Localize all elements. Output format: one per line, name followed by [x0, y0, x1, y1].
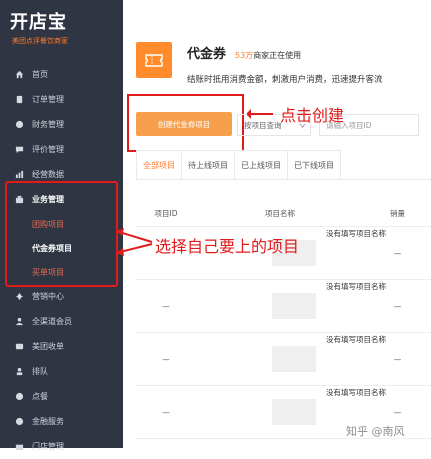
table-row[interactable]: — 没有填写项目名称 — — [136, 280, 431, 333]
app-logo: 开店宝 — [10, 12, 67, 33]
tab-divider — [136, 179, 431, 180]
sidebar-item-label: 美团收单 — [32, 342, 64, 351]
cell-id: — — [162, 354, 170, 364]
cell-name: 没有填写项目名称 — [196, 335, 386, 372]
sidebar-item-label: 经营数据 — [32, 170, 64, 179]
ticket-icon — [145, 53, 163, 67]
annotation-choose-item: 选择自己要上的项目 — [155, 237, 300, 256]
queue-icon — [15, 367, 24, 376]
page-description: 结账时抵用消费金额，刺激用户消费，迅速提升客流 — [187, 75, 383, 85]
cell-name: 没有填写项目名称 — [196, 282, 386, 319]
store-icon — [15, 442, 24, 451]
cell-name: 没有填写项目名称 — [196, 388, 386, 425]
tab-all[interactable]: 全部项目 — [136, 150, 182, 180]
sidebar-item-label: 评价管理 — [32, 145, 64, 154]
project-tabs: 全部项目 待上线项目 已上线项目 已下线项目 — [136, 150, 341, 180]
sidebar-item-label: 首页 — [32, 70, 48, 79]
sidebar-item-marketing[interactable]: 营销中心 — [0, 284, 123, 309]
marketing-icon — [15, 292, 24, 301]
order-icon — [15, 95, 24, 104]
sidebar-item-pay[interactable]: 美团收单 — [0, 334, 123, 359]
annotation-arrow-create — [247, 109, 273, 119]
sidebar-item-orders[interactable]: 订单管理 — [0, 87, 123, 112]
item-name: 没有填写项目名称 — [326, 282, 386, 291]
sidebar-item-label: 全渠道会员 — [32, 317, 72, 326]
usage-count-number: 53万 — [235, 51, 254, 60]
sidebar-item-queue[interactable]: 排队 — [0, 359, 123, 384]
annotation-highlight-sidebar — [5, 181, 118, 287]
sidebar-item-label: 营销中心 — [32, 292, 64, 301]
sidebar-item-reviews[interactable]: 评价管理 — [0, 137, 123, 162]
tab-pending[interactable]: 待上线项目 — [181, 150, 235, 180]
column-header-id: 项目ID — [154, 208, 178, 218]
sidebar-item-label: 点餐 — [32, 392, 48, 401]
cell-id: — — [162, 407, 170, 417]
column-header-name: 项目名称 — [265, 208, 295, 218]
money-icon — [15, 417, 24, 426]
sidebar-item-home[interactable]: 首页 — [0, 62, 123, 87]
table-row[interactable]: — 没有填写项目名称 — — [136, 333, 431, 386]
meal-icon — [15, 392, 24, 401]
thumbnail-placeholder — [272, 399, 316, 425]
column-header-sales: 销量 — [390, 208, 405, 218]
sidebar-item-meal[interactable]: 点餐 — [0, 384, 123, 409]
cell-sales: — — [393, 301, 402, 311]
sidebar: 开店宝 美团点评餐饮商家 首页 订单管理 财务管理 评价管理 经营数据 业务管理… — [0, 0, 123, 451]
voucher-icon — [136, 42, 172, 78]
sidebar-item-finance-service[interactable]: 金融服务 — [0, 409, 123, 434]
annotation-arrow-choose — [115, 228, 153, 256]
sidebar-item-member[interactable]: 全渠道会员 — [0, 309, 123, 334]
sidebar-item-label: 排队 — [32, 367, 48, 376]
chart-icon — [15, 170, 24, 179]
thumbnail-placeholder — [272, 346, 316, 372]
watermark: 知乎 @南风 — [346, 425, 405, 438]
pay-icon — [15, 342, 24, 351]
sidebar-item-store[interactable]: 门店管理 — [0, 434, 123, 459]
annotation-click-create: 点击创建 — [280, 106, 345, 125]
item-name: 没有填写项目名称 — [326, 229, 386, 238]
thumbnail-placeholder — [272, 293, 316, 319]
sidebar-item-finance[interactable]: 财务管理 — [0, 112, 123, 137]
usage-count: 53万商家正在使用 — [235, 50, 301, 61]
main-content: 代金券 53万商家正在使用 结账时抵用消费金额，刺激用户消费，迅速提升客流 创建… — [123, 0, 431, 448]
sidebar-item-label: 金融服务 — [32, 417, 64, 426]
member-icon — [15, 317, 24, 326]
cell-sales: — — [393, 354, 402, 364]
item-name: 没有填写项目名称 — [326, 388, 386, 397]
page-title: 代金券 — [187, 47, 227, 62]
annotation-highlight-create — [127, 94, 244, 152]
sidebar-item-label: 门店管理 — [32, 442, 64, 451]
sidebar-item-label: 财务管理 — [32, 120, 64, 129]
table-header: 项目ID 项目名称 销量 — [136, 200, 431, 227]
sidebar-item-label: 订单管理 — [32, 95, 64, 104]
review-icon — [15, 145, 24, 154]
app-logo-subtitle: 美团点评餐饮商家 — [12, 37, 68, 45]
item-name: 没有填写项目名称 — [326, 335, 386, 344]
tab-online[interactable]: 已上线项目 — [234, 150, 288, 180]
finance-icon — [15, 120, 24, 129]
cell-sales: — — [393, 248, 402, 258]
cell-sales: — — [393, 407, 402, 417]
usage-count-suffix: 商家正在使用 — [253, 51, 302, 60]
home-icon — [15, 70, 24, 79]
tab-offline[interactable]: 已下线项目 — [287, 150, 341, 180]
cell-id: — — [162, 301, 170, 311]
